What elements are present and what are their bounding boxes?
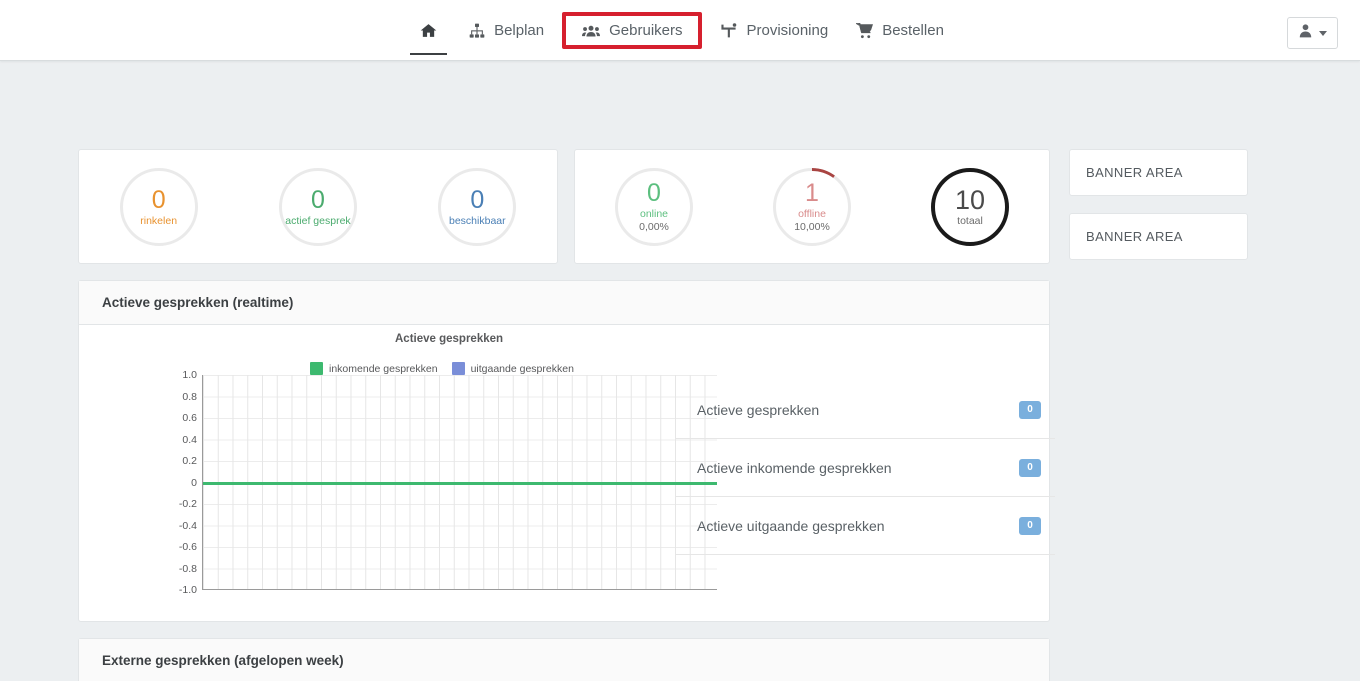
y-tick-label: 0 <box>191 476 197 489</box>
stat-label: online <box>639 208 669 220</box>
realtime-stats-list: Actieve gesprekken 0 Actieve inkomende g… <box>675 381 1055 555</box>
list-item-label: Actieve inkomende gesprekken <box>697 459 892 476</box>
stat-label: totaal <box>957 214 983 227</box>
stat-label: beschikbaar <box>449 214 506 227</box>
registration-status-card: 0 online 0,00% 1 offline 10,00% 10 totaa… <box>574 149 1050 264</box>
nav-item-home[interactable] <box>402 14 455 55</box>
user-menu-button[interactable] <box>1287 17 1338 49</box>
stat-actief-gesprek: 0 actief gesprek <box>278 168 357 246</box>
stat-beschikbaar: 0 beschikbaar <box>438 168 517 246</box>
status-badge: 0 <box>1019 400 1041 419</box>
stats-row: 0 rinkelen 0 actief gesprek 0 beschikbaa… <box>78 149 1050 264</box>
phone-status-circles: 0 rinkelen 0 actief gesprek 0 beschikbaa… <box>79 168 557 246</box>
stat-value: 0 <box>647 179 661 207</box>
registration-status-circles: 0 online 0,00% 1 offline 10,00% 10 totaa… <box>575 168 1049 246</box>
chart-legend: inkomende gesprekken uitgaande gesprekke… <box>310 362 574 375</box>
y-tick-label: 0.8 <box>182 390 197 403</box>
user-menu[interactable] <box>1287 17 1338 49</box>
legend-swatch-icon <box>310 362 323 375</box>
stat-label: offline <box>798 208 826 220</box>
external-calls-panel: Externe gesprekken (afgelopen week) Weke… <box>78 638 1050 681</box>
list-item-label: Actieve gesprekken <box>697 401 820 418</box>
nav-item-belplan[interactable]: Belplan <box>455 14 558 47</box>
banner-area-1: BANNER AREA <box>1069 149 1248 196</box>
provisioning-icon <box>720 22 737 39</box>
home-icon <box>420 22 437 39</box>
y-tick-label: -1.0 <box>178 584 197 596</box>
list-item-label: Actieve uitgaande gesprekken <box>697 517 885 534</box>
banner-area-2: BANNER AREA <box>1069 213 1248 260</box>
y-tick-label: -0.4 <box>178 519 197 532</box>
top-navbar: Belplan Gebruikers Provisioning Bestelle… <box>0 0 1360 61</box>
stat-percent: 10,00% <box>794 221 830 233</box>
series-line-inkomende-gesprekken <box>203 482 717 485</box>
user-icon <box>1298 23 1313 43</box>
stat-label: actief gesprek <box>285 214 351 227</box>
users-icon <box>582 23 601 39</box>
list-item[interactable]: Actieve inkomende gesprekken 0 <box>675 439 1055 497</box>
y-tick-label: 1.0 <box>182 369 197 381</box>
phone-status-card: 0 rinkelen 0 actief gesprek 0 beschikbaa… <box>78 149 558 264</box>
list-item[interactable]: Actieve uitgaande gesprekken 0 <box>675 497 1055 555</box>
y-tick-label: -0.8 <box>178 562 197 575</box>
stat-value: 0 <box>470 185 485 214</box>
nav-items: Belplan Gebruikers Provisioning Bestelle… <box>0 0 1360 61</box>
page-content: 0 rinkelen 0 actief gesprek 0 beschikbaa… <box>0 61 1360 681</box>
y-tick-label: 0.6 <box>182 412 197 424</box>
legend-label: inkomende gesprekken <box>329 362 438 375</box>
main-column: 0 rinkelen 0 actief gesprek 0 beschikbaa… <box>78 149 1055 681</box>
cart-icon <box>856 22 874 39</box>
stat-offline: 1 offline 10,00% <box>773 168 851 246</box>
nav-item-provisioning[interactable]: Provisioning <box>706 14 842 47</box>
realtime-chart-body: Actieve gesprekken inkomende gesprekken … <box>79 325 1055 621</box>
stat-value: 10 <box>954 184 986 215</box>
realtime-calls-panel: Actieve gesprekken (realtime) Actieve ge… <box>78 280 1055 622</box>
chart-y-axis-labels: 1.0 0.8 0.6 0.4 0.2 0 -0.2 -0.4 -0.6 -0.… <box>171 369 197 596</box>
nav-item-label: Bestellen <box>882 22 944 39</box>
stat-online: 0 online 0,00% <box>615 168 693 246</box>
y-tick-label: 0.2 <box>182 455 197 467</box>
nav-item-label: Belplan <box>494 22 545 39</box>
stat-percent: 0,00% <box>639 221 669 233</box>
sitemap-icon <box>469 23 485 39</box>
y-tick-label: 0.4 <box>182 433 197 446</box>
active-tab-underline <box>410 53 448 55</box>
chart-title: Actieve gesprekken <box>395 333 504 345</box>
y-tick-label: -0.2 <box>178 498 197 510</box>
status-badge: 0 <box>1019 458 1041 477</box>
nav-item-label: Provisioning <box>746 22 829 39</box>
status-badge: 0 <box>1019 516 1041 535</box>
chart-plot-area <box>202 375 717 590</box>
list-item[interactable]: Actieve gesprekken 0 <box>675 381 1055 439</box>
panel-title: Actieve gesprekken (realtime) <box>79 281 1049 325</box>
stat-value: 0 <box>311 185 325 214</box>
legend-swatch-icon <box>451 362 465 375</box>
nav-item-label: Gebruikers <box>609 22 683 39</box>
legend-item-inkomend[interactable]: inkomende gesprekken <box>310 362 438 375</box>
stat-totaal: 10 totaal <box>931 168 1009 246</box>
nav-item-bestellen[interactable]: Bestellen <box>842 14 958 47</box>
banner-column: BANNER AREA BANNER AREA <box>1069 149 1248 277</box>
nav-item-gebruikers[interactable]: Gebruikers <box>562 12 703 49</box>
stat-label: rinkelen <box>140 214 178 227</box>
stat-value: 0 <box>151 185 166 214</box>
legend-label: uitgaande gesprekken <box>470 362 574 375</box>
legend-item-uitgaand[interactable]: uitgaande gesprekken <box>451 362 574 375</box>
chevron-down-icon <box>1319 30 1327 36</box>
stat-value: 1 <box>805 179 819 207</box>
panel-title: Externe gesprekken (afgelopen week) <box>79 639 1049 681</box>
y-tick-label: -0.6 <box>178 541 197 553</box>
stat-rinkelen: 0 rinkelen <box>119 168 198 246</box>
